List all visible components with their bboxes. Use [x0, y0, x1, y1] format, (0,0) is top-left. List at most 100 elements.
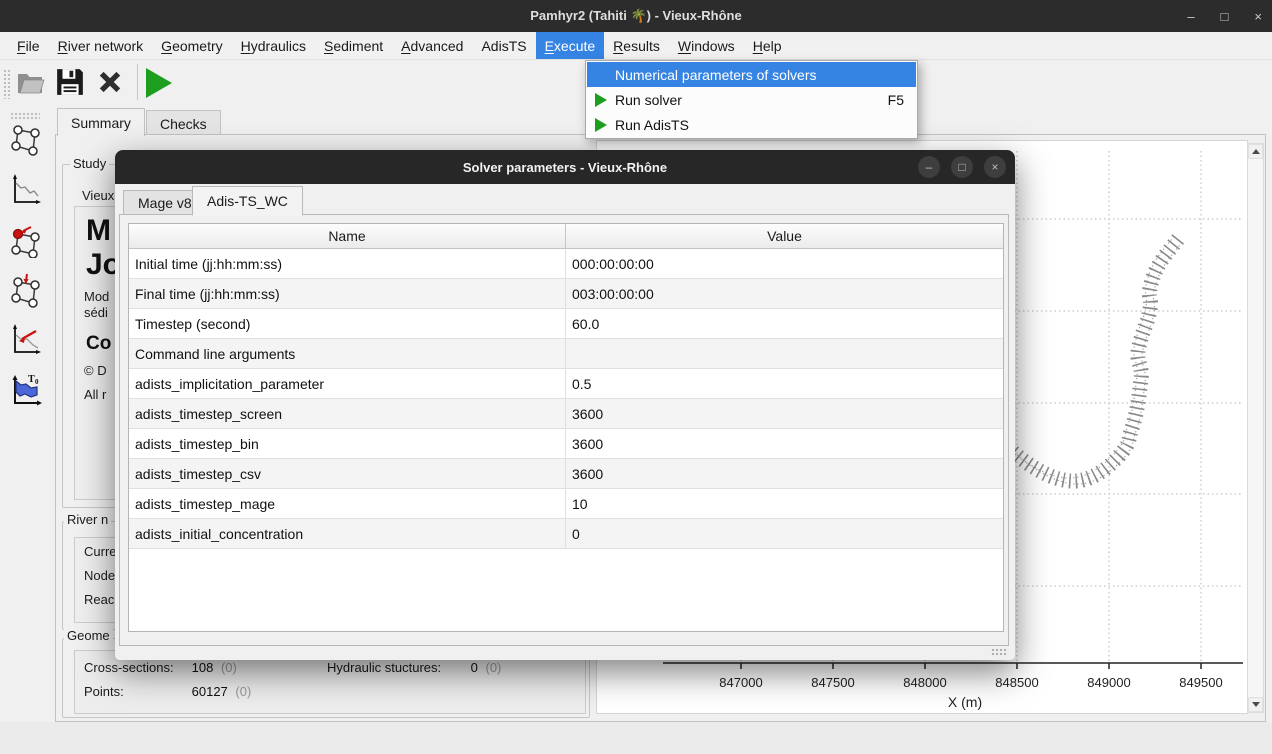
profile-edit-icon[interactable]: [9, 322, 43, 363]
menu-file[interactable]: File: [8, 32, 49, 59]
dialog-title: Solver parameters - Vieux-Rhône: [463, 160, 667, 175]
param-value-cell[interactable]: 3600: [566, 429, 1003, 458]
menu-execute[interactable]: Execute: [536, 32, 605, 59]
study-text-line1: Mod: [84, 289, 109, 304]
study-subheading: Co: [86, 333, 111, 355]
param-value-cell[interactable]: 000:00:00:00: [566, 249, 1003, 278]
toolbar-grip[interactable]: [3, 69, 10, 99]
longitudinal-profile-icon[interactable]: [9, 172, 43, 213]
side-toolbar-grip[interactable]: [10, 112, 40, 119]
param-value-cell[interactable]: [566, 339, 1003, 368]
param-value-cell[interactable]: 0: [566, 519, 1003, 548]
river-network-icon[interactable]: [9, 122, 43, 163]
menu-geometry[interactable]: Geometry: [152, 32, 231, 59]
param-name-cell[interactable]: Initial time (jj:hh:mm:ss): [129, 249, 566, 278]
svg-text:848500: 848500: [995, 675, 1038, 690]
param-name-cell[interactable]: adists_timestep_screen: [129, 399, 566, 428]
menu-hydraulics[interactable]: Hydraulics: [232, 32, 315, 59]
param-name-cell[interactable]: Final time (jj:hh:mm:ss): [129, 279, 566, 308]
svg-text:847500: 847500: [811, 675, 854, 690]
window-bottom-strip: [0, 722, 1272, 754]
table-row[interactable]: Final time (jj:hh:mm:ss)003:00:00:00: [129, 279, 1003, 309]
param-name-cell[interactable]: adists_initial_concentration: [129, 519, 566, 548]
menu-results[interactable]: Results: [604, 32, 669, 59]
param-value-cell[interactable]: 3600: [566, 399, 1003, 428]
param-value-cell[interactable]: 003:00:00:00: [566, 279, 1003, 308]
table-row[interactable]: Timestep (second)60.0: [129, 309, 1003, 339]
delete-icon[interactable]: [95, 67, 125, 97]
initial-conditions-icon[interactable]: T 0: [9, 372, 43, 413]
param-value-cell[interactable]: 3600: [566, 459, 1003, 488]
study-inner-tab[interactable]: Vieux: [82, 188, 114, 203]
table-row[interactable]: adists_timestep_mage10: [129, 489, 1003, 519]
dialog-close-icon[interactable]: ×: [984, 156, 1006, 178]
vertical-scrollbar[interactable]: [1247, 143, 1264, 713]
param-name-cell[interactable]: adists_implicitation_parameter: [129, 369, 566, 398]
table-row[interactable]: adists_timestep_csv3600: [129, 459, 1003, 489]
execute-menu: Numerical parameters of solversRun solve…: [585, 60, 918, 139]
column-header-name[interactable]: Name: [129, 224, 566, 248]
solver-parameters-table: Name Value Initial time (jj:hh:mm:ss)000…: [128, 223, 1004, 632]
tab-summary[interactable]: Summary: [57, 108, 145, 136]
table-row[interactable]: adists_timestep_bin3600: [129, 429, 1003, 459]
menu-adists[interactable]: AdisTS: [472, 32, 535, 59]
menu-windows[interactable]: Windows: [669, 32, 744, 59]
menu-river-network[interactable]: River network: [49, 32, 153, 59]
scroll-up-icon[interactable]: [1248, 144, 1263, 159]
param-name-cell[interactable]: adists_timestep_csv: [129, 459, 566, 488]
menu-item-numerical-parameters-of-solvers[interactable]: Numerical parameters of solvers: [587, 62, 916, 87]
solver-table-body: Initial time (jj:hh:mm:ss)000:00:00:00Fi…: [129, 249, 1003, 549]
table-row[interactable]: adists_initial_concentration0: [129, 519, 1003, 549]
stat-cross-sections: Cross-sections: 108 (0): [84, 660, 237, 675]
solver-parameters-dialog: Solver parameters - Vieux-Rhône – □ × Ma…: [115, 150, 1015, 660]
param-name-cell[interactable]: adists_timestep_bin: [129, 429, 566, 458]
dialog-controls: – □ ×: [918, 156, 1006, 178]
play-icon: [595, 118, 607, 132]
menu-item-run-solver[interactable]: Run solver F5: [587, 87, 916, 112]
table-row[interactable]: adists_implicitation_parameter0.5: [129, 369, 1003, 399]
study-copyright: © D: [84, 363, 107, 378]
scroll-down-icon[interactable]: [1248, 697, 1263, 712]
stat-label: Cross-sections:: [84, 660, 188, 675]
study-rights: All r: [84, 387, 106, 402]
stat-label: Points:: [84, 684, 188, 699]
menu-help[interactable]: Help: [744, 32, 791, 59]
tab-summary-label: Summary: [71, 115, 131, 131]
study-text-line2: sédi: [84, 305, 108, 320]
menu-item-label: Run solver: [615, 92, 682, 108]
table-row[interactable]: Command line arguments: [129, 339, 1003, 369]
edit-reach-icon[interactable]: [9, 272, 43, 313]
save-icon[interactable]: [55, 67, 85, 97]
shortcut-label: F5: [888, 92, 904, 108]
param-value-cell[interactable]: 10: [566, 489, 1003, 518]
dialog-tab-adis-ts-wc[interactable]: Adis-TS_WC: [192, 186, 303, 216]
dialog-body: Mage v8 Adis-TS_WC Name Value Initial ti…: [115, 184, 1015, 660]
stat-label: Hydraulic stuctures:: [327, 660, 467, 675]
run-solver-icon[interactable]: [146, 68, 176, 98]
app-window: Pamhyr2 (Tahiti 🌴) - Vieux-Rhône – □ × F…: [0, 0, 1272, 754]
open-folder-icon[interactable]: [15, 67, 45, 97]
param-value-cell[interactable]: 0.5: [566, 369, 1003, 398]
table-row[interactable]: Initial time (jj:hh:mm:ss)000:00:00:00: [129, 249, 1003, 279]
maximize-icon[interactable]: □: [1221, 10, 1229, 23]
svg-text:T: T: [28, 374, 35, 385]
edit-node-icon[interactable]: [9, 222, 43, 263]
close-icon[interactable]: ×: [1254, 10, 1262, 23]
column-header-value[interactable]: Value: [566, 224, 1003, 248]
table-row[interactable]: adists_timestep_screen3600: [129, 399, 1003, 429]
river-network-row-node: Node: [84, 568, 115, 583]
tab-checks[interactable]: Checks: [146, 110, 221, 136]
param-name-cell[interactable]: Timestep (second): [129, 309, 566, 338]
minimize-icon[interactable]: –: [1187, 10, 1194, 23]
menu-item-run-adists[interactable]: Run AdisTS: [587, 112, 916, 137]
menu-advanced[interactable]: Advanced: [392, 32, 472, 59]
dialog-resize-grip[interactable]: [991, 648, 1008, 657]
dialog-maximize-icon[interactable]: □: [951, 156, 973, 178]
dialog-tab-pane: Name Value Initial time (jj:hh:mm:ss)000…: [119, 214, 1009, 646]
param-name-cell[interactable]: Command line arguments: [129, 339, 566, 368]
dialog-minimize-icon[interactable]: –: [918, 156, 940, 178]
menubar: FileRiver networkGeometryHydraulicsSedim…: [0, 32, 1272, 60]
param-value-cell[interactable]: 60.0: [566, 309, 1003, 338]
param-name-cell[interactable]: adists_timestep_mage: [129, 489, 566, 518]
menu-sediment[interactable]: Sediment: [315, 32, 392, 59]
